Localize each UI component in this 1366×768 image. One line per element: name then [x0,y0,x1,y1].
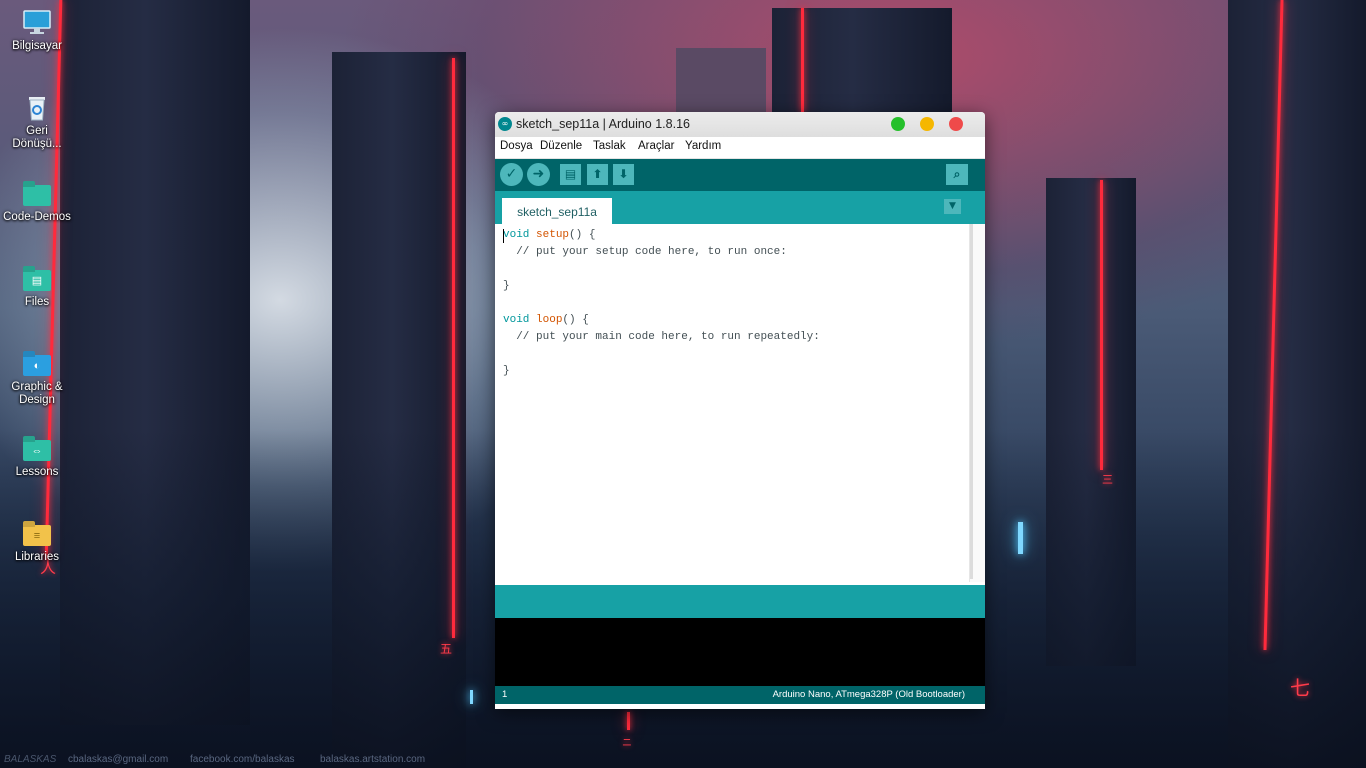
folder-icon [22,181,52,207]
desktop-icon-label: Lessons [15,466,59,478]
menu-araclar[interactable]: Araçlar [638,140,674,152]
desktop-icon-recycle-bin[interactable]: Geri Dönüşü... [2,93,72,151]
menu-dosya[interactable]: Dosya [500,140,533,152]
menu-duzenle[interactable]: Düzenle [540,140,582,152]
title-bar[interactable]: ∞ sketch_sep11a | Arduino 1.8.16 [495,112,985,137]
neon-line [627,712,630,730]
minimize-button[interactable] [920,117,934,131]
window-title: sketch_sep11a | Arduino 1.8.16 [516,117,690,131]
function-name: loop [536,314,563,326]
folder-icon: ▤ [22,266,52,292]
desktop-icon-graphic-design[interactable]: ◐ Graphic & Design [2,351,72,407]
tab-menu-button[interactable]: ▼ [944,199,961,214]
desktop-icon-files[interactable]: ▤ Files [2,266,72,309]
code-comment: // put your setup code here, to run once… [503,246,787,258]
keyword: void [503,229,530,241]
computer-icon [22,10,52,36]
arrow-up-icon: ⬆ [592,167,603,181]
tab-sketch[interactable]: sketch_sep11a [502,198,612,224]
neon-line [1100,180,1103,470]
wallpaper-glyph: ニ [622,738,632,749]
new-button[interactable]: ▤ [560,164,581,185]
serial-monitor-button[interactable]: ⌕ [946,164,968,185]
neon-line [452,58,455,638]
line-number: 1 [502,689,508,700]
desktop-icon-label: Libraries [14,551,60,563]
menu-taslak[interactable]: Taslak [593,140,626,152]
wallpaper-lamp [470,690,473,704]
code-line: void loop() { [503,314,589,326]
credit-email: cbalaskas@gmail.com [68,754,169,765]
chevron-down-icon: ▼ [949,201,956,211]
wallpaper-glyph: 七 [1290,676,1310,700]
code-comment: // put your main code here, to run repea… [503,331,820,343]
board-info: Arduino Nano, ATmega328P (Old Bootloader… [772,689,965,700]
folder-icon: ◐ [22,351,52,377]
check-icon: ✓ [505,166,518,182]
maximize-button[interactable] [891,117,905,131]
code-line: } [503,365,510,377]
arrow-right-icon: ➜ [532,166,545,182]
credit-artstation: balaskas.artstation.com [320,754,426,765]
code-text: () { [569,229,596,241]
code-text: () { [562,314,589,326]
editor-scrollbar[interactable] [969,224,985,582]
wallpaper-glyph: 三 [1102,473,1113,486]
save-button[interactable]: ⬇ [613,164,634,185]
magnifier-icon: ⌕ [953,167,961,181]
arduino-ide-window: ∞ sketch_sep11a | Arduino 1.8.16 Dosya D… [495,112,985,709]
open-button[interactable]: ⬆ [587,164,608,185]
wallpaper-credits: BALASKAS cbalaskas@gmail.com facebook.co… [0,752,600,768]
code-editor[interactable]: void setup() { // put your setup code he… [495,224,969,582]
close-button[interactable] [949,117,963,131]
upload-button[interactable]: ➜ [527,163,550,186]
desktop-icon-label: Code-Demos [3,211,71,223]
desktop-icon-libraries[interactable]: ≡ Libraries [2,521,72,564]
tab-bar: sketch_sep11a ▼ [495,191,985,224]
new-file-icon: ▤ [564,167,577,181]
wallpaper-slab [772,8,952,118]
desktop-icon-label: Files [24,296,50,308]
wallpaper-lamp [1018,522,1023,554]
desktop-icon-bilgisayar[interactable]: Bilgisayar [2,10,72,53]
desktop-icon-label: Bilgisayar [12,40,62,52]
verify-button[interactable]: ✓ [500,163,523,186]
arrow-down-icon: ⬇ [618,167,629,181]
toolbar: ✓ ➜ ▤ ⬆ ⬇ ⌕ [495,159,985,191]
folder-icon: ⇔ [22,436,52,462]
credit-signature: BALASKAS [4,754,57,765]
function-name: setup [536,229,570,241]
recycle-bin-icon [22,93,52,121]
arduino-logo-icon: ∞ [498,117,512,131]
text-cursor [503,229,504,243]
desktop-icon-label: Graphic & Design [11,381,63,406]
code-line: void setup() { [503,229,595,241]
menu-yardim[interactable]: Yardım [685,140,721,152]
footer-bar: 1 Arduino Nano, ATmega328P (Old Bootload… [495,686,985,704]
neon-line [801,8,804,112]
desktop-icon-label: Geri Dönüşü... [12,125,62,150]
status-bar [495,585,985,618]
wallpaper-glyph: 五 [440,642,453,656]
desktop-icon-code-demos[interactable]: Code-Demos [2,181,72,224]
menu-bar: Dosya Düzenle Taslak Araçlar Yardım [495,137,985,159]
desktop-icon-lessons[interactable]: ⇔ Lessons [2,436,72,479]
console-output[interactable] [495,618,985,686]
keyword: void [503,314,530,326]
folder-icon: ≡ [22,521,52,547]
wallpaper-building [676,48,766,118]
credit-facebook: facebook.com/balaskas [190,754,295,765]
code-line: } [503,280,510,292]
